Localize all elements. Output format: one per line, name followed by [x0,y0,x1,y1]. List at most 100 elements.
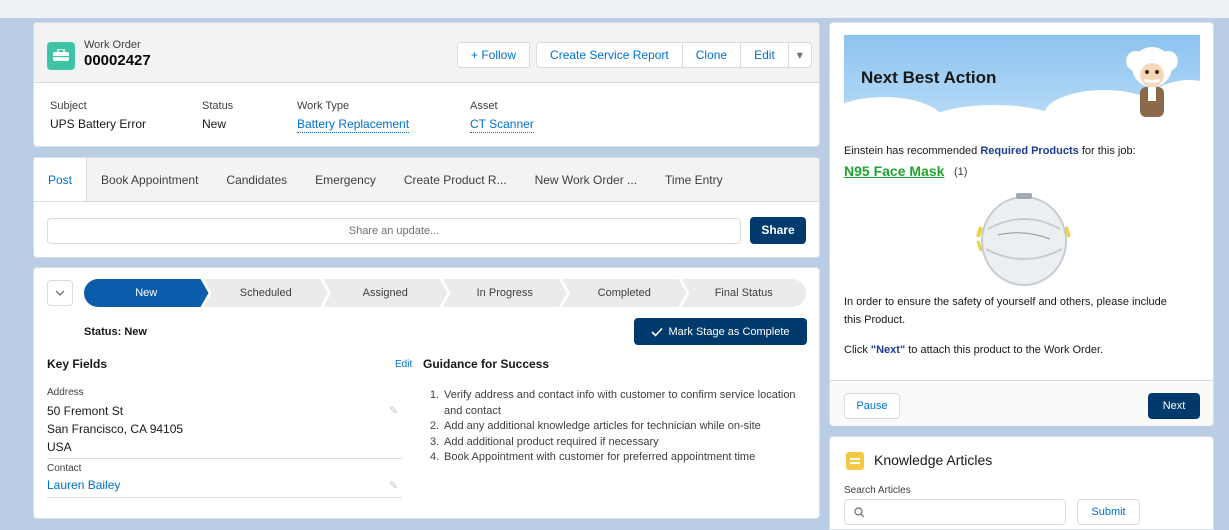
work-order-icon [47,42,75,70]
page-top-band [0,0,1229,18]
guidance-list: 1. Verify address and contact info with c… [430,388,800,466]
tab-emergency[interactable]: Emergency [301,158,390,201]
field-value: New [202,117,227,131]
pencil-icon[interactable]: ✎ [389,404,398,417]
contact-link[interactable]: Lauren Bailey [47,478,402,492]
tab-new-work-order[interactable]: New Work Order ... [521,158,651,201]
nba-intro-highlight: Required Products [980,145,1079,157]
nba-next-instruction: Click "Next" to attach this product to t… [844,344,1103,356]
list-text: Verify address and contact info with cus… [444,389,796,417]
recommended-product-link[interactable]: N95 Face Mask [844,163,944,179]
nba-title: Next Best Action [861,68,997,87]
tab-create-product-request[interactable]: Create Product R... [390,158,521,201]
contact-label: Contact [47,463,82,474]
pause-button[interactable]: Pause [844,393,900,419]
tab-post[interactable]: Post [34,158,88,201]
publisher-tabs: Post Book Appointment Candidates Emergen… [34,158,819,202]
knowledge-icon [846,452,864,470]
field-subject: Subject UPS Battery Error [50,100,146,131]
chevron-down-icon: ▾ [796,48,803,62]
list-item: 3. Add additional product required if nec… [430,435,800,451]
stage-scheduled[interactable]: Scheduled [204,279,329,307]
work-type-link[interactable]: Battery Replacement [297,117,410,133]
nba-body-text: In order to ensure the safety of yoursel… [844,296,1167,326]
list-text: Add any additional knowledge articles fo… [444,420,761,432]
list-item: 1. Verify address and contact info with c… [430,388,800,419]
stage-new[interactable]: New [84,279,209,307]
knowledge-title: Knowledge Articles [874,452,993,468]
search-articles-input[interactable] [844,499,1066,525]
nba-next-suffix: to attach this product to the Work Order… [905,344,1104,356]
address-field: Address 50 Fremont St San Francisco, CA … [47,387,402,456]
key-fields-edit-link[interactable]: Edit [395,359,412,370]
stage-final-status[interactable]: Final Status [681,279,806,307]
nba-banner: Next Best Action [844,35,1200,122]
chevron-down-icon [55,290,65,296]
field-label: Status [202,100,234,112]
product-quantity: (1) [954,166,968,178]
header-bar: Work Order 00002427 + Follow Create Serv… [34,23,819,83]
check-icon [651,327,664,337]
address-label: Address [47,387,84,398]
next-button[interactable]: Next [1148,393,1200,419]
nba-footer: Pause Next [830,380,1213,426]
list-item: 2. Add any additional knowledge articles … [430,419,800,435]
path-component: New Scheduled Assigned In Progress Compl… [33,267,820,519]
feed-publisher: Post Book Appointment Candidates Emergen… [33,157,820,258]
tab-candidates[interactable]: Candidates [212,158,301,201]
tab-book-appointment[interactable]: Book Appointment [87,158,212,201]
address-line: USA [47,440,72,454]
nba-intro-suffix: for this job: [1078,145,1136,157]
nba-next-prefix: Click [844,344,871,356]
asset-link[interactable]: CT Scanner [470,117,534,133]
field-status: Status New [202,100,233,131]
list-text: Add additional product required if neces… [444,435,659,448]
einstein-mascot-icon [1126,47,1178,117]
address-line: San Francisco, CA 94105 [47,422,184,436]
tab-time-entry[interactable]: Time Entry [651,158,737,201]
field-label: Asset [470,100,498,112]
path-collapse-toggle[interactable] [47,280,73,306]
field-work-type: Work Type Battery Replacement [297,100,410,133]
contact-field: Contact Lauren Bailey [47,463,402,492]
nba-next-highlight: "Next" [870,344,906,356]
work-order-header: Work Order 00002427 + Follow Create Serv… [33,22,820,147]
field-value: UPS Battery Error [50,117,147,131]
stage-assigned[interactable]: Assigned [323,279,448,307]
list-number: 3. [430,435,440,448]
mark-stage-complete-button[interactable]: Mark Stage as Complete [634,318,807,345]
search-icon [854,507,865,518]
share-update-input[interactable]: Share an update... [47,218,741,244]
search-articles-label: Search Articles [844,485,911,496]
divider [47,497,402,498]
button-label: Mark Stage as Complete [668,325,790,338]
clone-button[interactable]: Clone [682,42,742,68]
edit-button[interactable]: Edit [741,42,789,68]
record-title: 00002427 [84,52,151,69]
field-label: Subject [50,100,87,112]
share-button[interactable]: Share [750,217,806,244]
list-number: 2. [430,420,440,432]
create-service-report-button[interactable]: Create Service Report [536,42,683,68]
current-status: Status: New [84,326,147,338]
knowledge-articles-card: Knowledge Articles Search Articles Submi… [829,436,1214,530]
pencil-icon[interactable]: ✎ [389,479,398,492]
address-line: 50 Fremont St [47,404,124,418]
face-mask-image [976,193,1071,286]
follow-button[interactable]: + Follow [457,42,531,68]
header-actions: + Follow Create Service Report Clone Edi… [457,42,812,68]
list-text: Book Appointment with customer for prefe… [444,451,756,463]
next-best-action-card: Next Best Action Einstein has recommende… [829,22,1214,426]
divider [47,458,402,459]
stage-in-progress[interactable]: In Progress [443,279,568,307]
more-actions-button[interactable]: ▾ [788,42,812,68]
guidance-title: Guidance for Success [423,357,550,371]
path-stages: New Scheduled Assigned In Progress Compl… [84,279,806,307]
nba-intro: Einstein has recommended Required Produc… [844,145,1136,157]
list-item: 4. Book Appointment with customer for pre… [430,450,800,466]
cloud-shape [924,105,1064,122]
submit-button[interactable]: Submit [1077,499,1140,525]
nba-intro-prefix: Einstein has recommended [844,145,981,157]
field-asset: Asset CT Scanner [470,100,534,133]
stage-completed[interactable]: Completed [562,279,687,307]
